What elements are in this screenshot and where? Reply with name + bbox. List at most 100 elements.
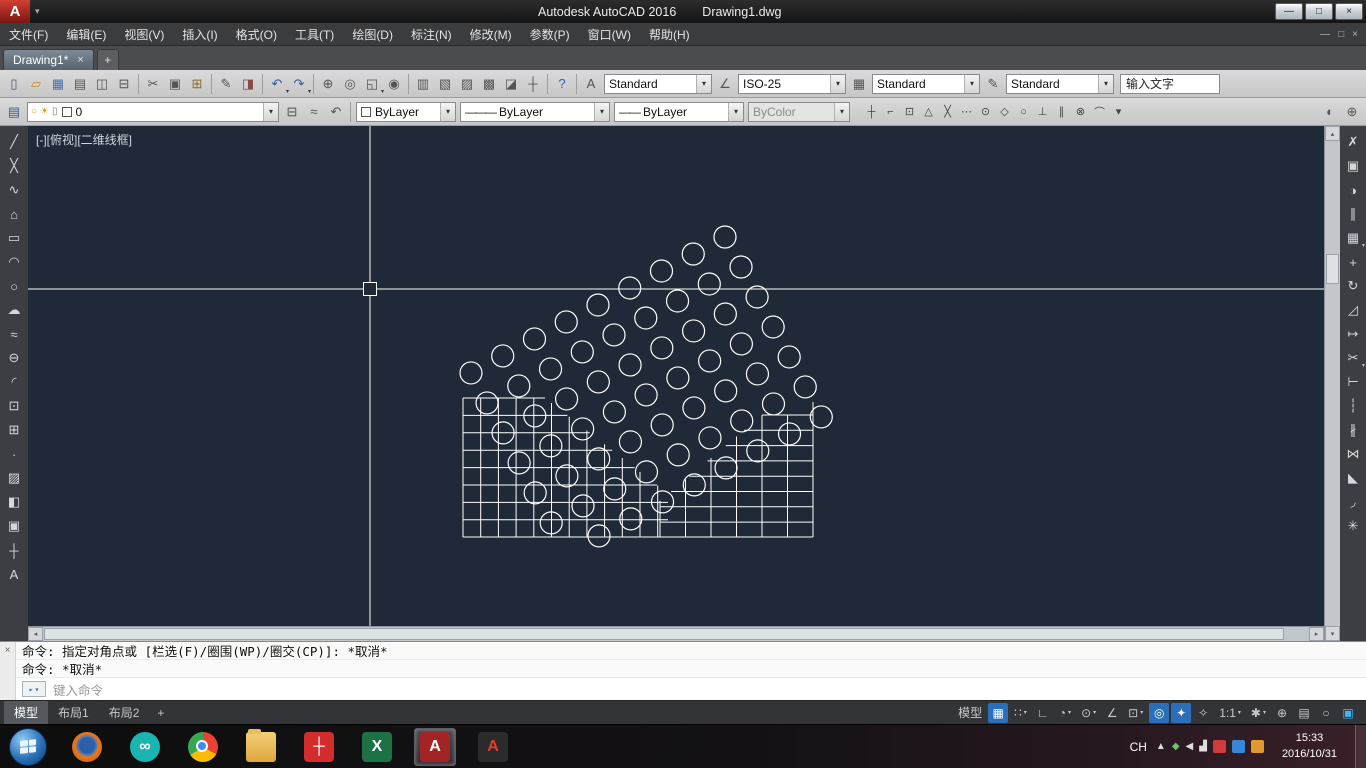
plot-style-combo-dropdown-icon[interactable]: ▾ xyxy=(834,103,849,121)
multileader-style-combo-dropdown-icon[interactable]: ▾ xyxy=(1098,75,1113,93)
start-button[interactable] xyxy=(9,728,47,766)
doc-minimize-icon[interactable]: — xyxy=(1320,29,1330,40)
lineweight-combo-dropdown-icon[interactable]: ▾ xyxy=(728,103,743,121)
extend-tool-button[interactable]: ⊢ xyxy=(1341,370,1365,394)
ellipse-tool-button[interactable]: ⊖ xyxy=(2,346,26,370)
sheet-set-manager-button[interactable]: ▩ xyxy=(478,73,500,95)
layer-combo[interactable]: ○☀▯0▾ xyxy=(27,102,279,122)
make-block-tool-button[interactable]: ⊞ xyxy=(2,418,26,442)
point-tool-button[interactable]: ∙ xyxy=(2,442,26,466)
text-style-combo[interactable]: Standard▾ xyxy=(604,74,712,94)
markup-set-manager-button[interactable]: ◪ xyxy=(500,73,522,95)
command-prompt-icon[interactable]: ▸▾ xyxy=(22,681,46,697)
spline-tool-button[interactable]: ≈ xyxy=(2,322,26,346)
dimension-style-button[interactable]: ∠ xyxy=(714,73,736,95)
taskbar-acrobat-reader[interactable]: A xyxy=(472,728,514,766)
hatch-tool-button[interactable]: ▨ xyxy=(2,466,26,490)
designcenter-button[interactable]: ▧ xyxy=(434,73,456,95)
menu-view[interactable]: 视图(V) xyxy=(115,23,173,45)
layer-previous-button[interactable]: ↶ xyxy=(325,101,347,123)
rotate-tool-button[interactable]: ↻ xyxy=(1341,274,1365,298)
selection-cycling-toggle[interactable]: ◎ xyxy=(1149,703,1169,723)
dynamic-input-toggle[interactable]: ⊡▾ xyxy=(1124,703,1147,723)
new-drawing-tab-button[interactable]: + xyxy=(97,49,119,70)
quick-properties-toggle[interactable]: ▤ xyxy=(1294,703,1314,723)
move-tool-button[interactable]: + xyxy=(1341,250,1365,274)
linetype-combo[interactable]: ———ByLayer▾ xyxy=(460,102,610,122)
text-entry-box[interactable] xyxy=(1120,74,1220,94)
copy-clip-button[interactable]: ▣ xyxy=(164,73,186,95)
polar-tracking-toggle[interactable]: ◔▾ xyxy=(1055,703,1075,723)
show-desktop-button[interactable] xyxy=(1355,725,1366,768)
help-button[interactable]: ? xyxy=(551,73,573,95)
autocad-logo-icon[interactable]: A xyxy=(0,0,30,23)
snap-to-parallel-button[interactable]: ∥ xyxy=(1052,101,1071,123)
table-tool-button[interactable]: ┼ xyxy=(2,538,26,562)
new-button[interactable]: ▯ xyxy=(3,73,25,95)
layer-properties-manager-button[interactable]: ▤ xyxy=(3,101,25,123)
line-tool-button[interactable]: ╱ xyxy=(2,130,26,154)
scroll-right-arrow-icon[interactable]: ▸ xyxy=(1309,627,1324,641)
plot-style-combo[interactable]: ByColor▾ xyxy=(748,102,850,122)
isolate-objects-button[interactable]: ○ xyxy=(1316,703,1336,723)
plot-preview-button[interactable]: ◫ xyxy=(91,73,113,95)
mirror-tool-button[interactable]: ◑ xyxy=(1341,178,1365,202)
circle-tool-button[interactable]: ○ xyxy=(2,274,26,298)
snap-to-quadrant-button[interactable]: ◇ xyxy=(995,101,1014,123)
offset-tool-button[interactable]: ∥ xyxy=(1341,202,1365,226)
break-tool-button[interactable]: ∦ xyxy=(1341,418,1365,442)
menu-file[interactable]: 文件(F) xyxy=(0,23,57,45)
dimension-style-combo-dropdown-icon[interactable]: ▾ xyxy=(830,75,845,93)
color-combo-dropdown-icon[interactable]: ▾ xyxy=(440,103,455,121)
zoom-realtime-button[interactable]: ◎ xyxy=(339,73,361,95)
menu-format[interactable]: 格式(O) xyxy=(227,23,286,45)
toolbar-add-button[interactable]: ⊕ xyxy=(1341,101,1363,123)
annotation-monitor-toggle[interactable]: ⊕ xyxy=(1272,703,1292,723)
grid-display-toggle[interactable]: ▦ xyxy=(988,703,1008,723)
snap-to-nearest-button[interactable]: ⌒ xyxy=(1090,101,1109,123)
scroll-left-arrow-icon[interactable]: ◂ xyxy=(28,627,43,641)
taskbar-firefox[interactable] xyxy=(66,728,108,766)
doc-restore-icon[interactable]: □ xyxy=(1338,29,1344,40)
polygon-tool-button[interactable]: ⌂ xyxy=(2,202,26,226)
table-style-combo-dropdown-icon[interactable]: ▾ xyxy=(964,75,979,93)
multileader-style-button[interactable]: ✎ xyxy=(982,73,1004,95)
snap-mode-toggle[interactable]: ∷▾ xyxy=(1010,703,1031,723)
horizontal-scroll-thumb[interactable] xyxy=(44,628,1284,640)
viewport-controls[interactable]: [-][俯视][二维线框] xyxy=(36,131,132,148)
graphics-performance-button[interactable]: ▣ xyxy=(1338,703,1358,723)
scroll-up-arrow-icon[interactable]: ▴ xyxy=(1325,126,1340,141)
paste-button[interactable]: ⊞ xyxy=(186,73,208,95)
menu-edit[interactable]: 编辑(E) xyxy=(57,23,115,45)
color-combo[interactable]: ByLayer▾ xyxy=(356,102,456,122)
annotation-scale-button[interactable]: 1:1▾ xyxy=(1215,703,1245,723)
clock[interactable]: 15:33 2016/10/31 xyxy=(1273,731,1346,762)
snap-from-button[interactable]: ⌐ xyxy=(881,101,900,123)
multileader-style-combo[interactable]: Standard▾ xyxy=(1006,74,1114,94)
break-at-point-tool-button[interactable]: ┆ xyxy=(1341,394,1365,418)
tab-close-icon[interactable]: × xyxy=(77,54,83,66)
pan-button[interactable]: ⊕ xyxy=(317,73,339,95)
undo-button[interactable]: ↶▾ xyxy=(266,73,288,95)
zoom-previous-button[interactable]: ◉ xyxy=(383,73,405,95)
construction-line-tool-button[interactable]: ╳ xyxy=(2,154,26,178)
snap-to-node-button[interactable]: ⊗ xyxy=(1071,101,1090,123)
ortho-toggle[interactable]: ∟ xyxy=(1033,703,1053,723)
annotation-visibility-toggle[interactable]: ✦ xyxy=(1171,703,1191,723)
object-snap-tracking-toggle[interactable]: ∠ xyxy=(1102,703,1122,723)
match-properties-button[interactable]: ✎ xyxy=(215,73,237,95)
table-style-combo[interactable]: Standard▾ xyxy=(872,74,980,94)
new-layout-button[interactable]: + xyxy=(149,701,172,724)
text-style-combo-dropdown-icon[interactable]: ▾ xyxy=(696,75,711,93)
model-tab[interactable]: 模型 xyxy=(4,701,48,724)
vertical-scrollbar[interactable]: ▴ ▾ xyxy=(1324,126,1340,641)
fillet-tool-button[interactable]: ◞ xyxy=(1341,490,1365,514)
revision-cloud-tool-button[interactable]: ☁ xyxy=(2,298,26,322)
layer-combo-dropdown-icon[interactable]: ▾ xyxy=(263,103,278,121)
tool-palettes-button[interactable]: ▨ xyxy=(456,73,478,95)
region-tool-button[interactable]: ▣ xyxy=(2,514,26,538)
insert-block-tool-button[interactable]: ⊡ xyxy=(2,394,26,418)
lineweight-combo[interactable]: ——ByLayer▾ xyxy=(614,102,744,122)
join-tool-button[interactable]: ⋈ xyxy=(1341,442,1365,466)
model-paper-toggle[interactable]: 模型 xyxy=(954,703,986,723)
